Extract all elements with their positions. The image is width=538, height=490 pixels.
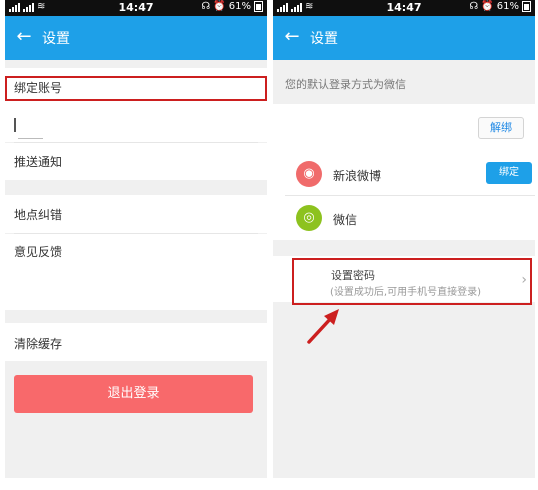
- status-bar: ≋ 14:47 ☊ ⏰ 61%: [5, 0, 267, 16]
- account-name-wechat: 微信: [333, 213, 358, 227]
- left-phone-screen: ≋ 14:47 ☊ ⏰ 61% ← 设置 绑定账号 推送通知 地点纠错 意见反馈…: [5, 0, 267, 478]
- highlight-box-set-password: [292, 258, 532, 305]
- app-bar: ← 设置: [273, 16, 535, 60]
- settings-item-blank: [5, 110, 267, 142]
- page-title: 设置: [310, 31, 338, 47]
- settings-item-label: 清除缓存: [14, 337, 63, 351]
- headphone-icon: ☊: [469, 1, 479, 12]
- alarm-icon: ⏰: [481, 1, 494, 12]
- settings-item-push-notifications[interactable]: 推送通知: [5, 143, 267, 180]
- settings-item-location-correction[interactable]: 地点纠错: [5, 195, 267, 233]
- highlight-box-bind-account: [5, 76, 267, 101]
- divider: [285, 195, 535, 196]
- status-bar: ≋ 14:47 ☊ ⏰ 61%: [273, 0, 535, 16]
- settings-item-feedback[interactable]: 意见反馈: [5, 234, 267, 310]
- app-bar: ← 设置: [5, 16, 267, 60]
- default-login-info: 您的默认登录方式为微信: [285, 78, 406, 91]
- battery-icon: [254, 1, 263, 12]
- battery-icon: [522, 1, 531, 12]
- settings-item-label: 推送通知: [14, 155, 63, 169]
- back-arrow-icon[interactable]: ←: [13, 26, 35, 48]
- unbind-button[interactable]: 解绑: [478, 117, 524, 139]
- bind-weibo-button[interactable]: 绑定: [486, 162, 532, 184]
- weibo-icon: ◉: [296, 161, 322, 187]
- settings-item-label: 地点纠错: [14, 208, 63, 222]
- right-phone-screen: ≋ 14:47 ☊ ⏰ 61% ← 设置 您的默认登录方式为微信 解绑 ◉ 新浪…: [273, 0, 535, 478]
- back-arrow-icon[interactable]: ←: [281, 26, 303, 48]
- text-cursor: [14, 118, 16, 132]
- settings-item-clear-cache[interactable]: 清除缓存: [5, 323, 267, 361]
- battery-percent: 61%: [228, 1, 251, 12]
- logout-button[interactable]: 退出登录: [14, 375, 253, 413]
- battery-percent: 61%: [496, 1, 519, 12]
- alarm-icon: ⏰: [213, 1, 226, 12]
- headphone-icon: ☊: [201, 1, 211, 12]
- wechat-icon: ◎: [296, 205, 322, 231]
- account-name-weibo: 新浪微博: [333, 169, 382, 183]
- pointer-arrow-icon: [307, 309, 339, 344]
- settings-item-label: 意见反馈: [14, 245, 63, 259]
- underline-mark: [18, 138, 43, 139]
- page-title: 设置: [42, 31, 70, 47]
